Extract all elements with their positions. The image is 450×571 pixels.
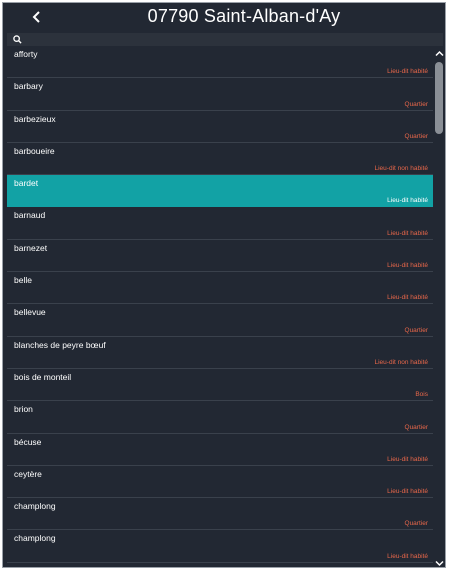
list-item[interactable]: bécuse Lieu-dit habité <box>7 434 433 466</box>
list-item-name: champlong <box>14 533 56 544</box>
scroll-down-button[interactable] <box>434 558 445 567</box>
list-item-name: barbary <box>14 81 43 92</box>
scroll-thumb[interactable] <box>435 62 443 134</box>
list-item-type: Lieu-dit habité <box>387 229 428 237</box>
list-item-type: Lieu-dit habité <box>387 552 428 560</box>
search-input[interactable] <box>23 33 443 46</box>
list-item-name: barboueire <box>14 145 55 156</box>
chevron-up-icon <box>435 50 444 57</box>
list-item-type: Lieu-dit habité <box>387 294 428 302</box>
list-item-type: Quartier <box>404 520 428 528</box>
list-item-type: Lieu-dit habité <box>387 262 428 270</box>
page-title: 07790 Saint-Alban-d'Ay <box>147 6 341 26</box>
list-item-type: Lieu-dit habité <box>387 488 428 496</box>
list-item[interactable]: barboueire Lieu-dit non habité <box>7 143 433 176</box>
list-item-type: Quartier <box>404 132 428 140</box>
list-item[interactable]: blanches de peyre bœuf Lieu-dit non habit… <box>7 337 433 369</box>
list-item-type: Quartier <box>404 100 428 108</box>
list-item-name: afforty <box>14 49 38 59</box>
vertical-scrollbar[interactable] <box>433 46 445 567</box>
list-item[interactable]: bardet Lieu-dit habité <box>7 175 433 208</box>
list-item-type: Lieu-dit habité <box>387 455 428 463</box>
list-item[interactable]: brion Quartier <box>7 401 433 434</box>
chevron-down-icon <box>435 560 444 567</box>
list-item-name: bardet <box>14 178 39 189</box>
list-item[interactable]: afforty Lieu-dit habité <box>7 46 433 79</box>
list-item[interactable]: belle Lieu-dit habité <box>7 272 433 305</box>
list-item[interactable]: barbary Quartier <box>7 78 433 111</box>
list-item-name: bellevue <box>14 307 46 318</box>
list-item-type: Lieu-dit habité <box>387 197 428 205</box>
list-item[interactable]: ceytère Lieu-dit habité <box>7 466 433 499</box>
chevron-left-icon <box>32 11 40 23</box>
header: 07790 Saint-Alban-d'Ay <box>3 3 445 33</box>
list-item[interactable]: champlong Lieu-dit habité <box>7 530 433 563</box>
list-item-name: chaneutier <box>14 566 54 567</box>
app-window: 07790 Saint-Alban-d'Ay afforty Lieu-dit h… <box>2 2 446 568</box>
list-item[interactable]: barnezet Lieu-dit habité <box>7 240 433 273</box>
list-item-name: belle <box>14 275 32 286</box>
list-item[interactable]: barnaud Lieu-dit habité <box>7 207 433 240</box>
search-icon <box>11 34 23 46</box>
list-item-type: Bois <box>415 391 428 399</box>
list-item-name: barnaud <box>14 210 46 221</box>
list-item-name: barbezieux <box>14 113 56 124</box>
list-item-name: bécuse <box>14 436 42 447</box>
back-button[interactable] <box>25 5 49 29</box>
list-item[interactable]: barbezieux Quartier <box>7 111 433 143</box>
list-item[interactable]: champlong Quartier <box>7 498 433 531</box>
list-item-type: Quartier <box>404 326 428 334</box>
list-item-name: barnezet <box>14 242 48 253</box>
scroll-up-button[interactable] <box>434 48 445 59</box>
list-item[interactable]: chaneutier <box>7 563 433 567</box>
place-list: afforty Lieu-dit habité barbary Quartier bar… <box>7 46 433 567</box>
list-item-name: ceytère <box>14 468 42 479</box>
list-item-name: blanches de peyre bœuf <box>14 339 106 350</box>
list-item-type: Lieu-dit habité <box>387 68 428 76</box>
list-item-type: Quartier <box>404 423 428 431</box>
list-item-name: bois de monteil <box>14 371 72 382</box>
list-item[interactable]: bellevue Quartier <box>7 304 433 337</box>
list-item-name: champlong <box>14 501 56 512</box>
list-item[interactable]: bois de monteil Bois <box>7 369 433 402</box>
list-item-type: Lieu-dit non habité <box>374 358 429 366</box>
list-item-name: brion <box>14 404 33 415</box>
list-item-type: Lieu-dit non habité <box>374 165 429 173</box>
search-bar[interactable] <box>7 33 443 46</box>
